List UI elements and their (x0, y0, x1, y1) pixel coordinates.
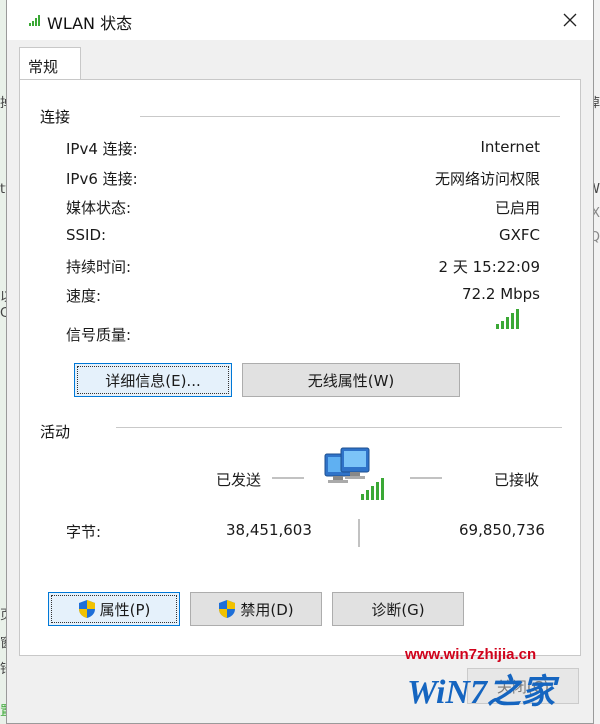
bytes-received-value: 69,850,736 (459, 521, 545, 539)
duration-label: 持续时间: (66, 258, 132, 276)
speed-label: 速度: (66, 287, 102, 305)
wlan-status-dialog: WLAN 状态 常规 连接 IPv4 连接: Internet IPv6 连接:… (6, 0, 594, 724)
ipv6-label: IPv6 连接: (66, 170, 138, 188)
properties-button[interactable]: 属性(P) (48, 592, 180, 626)
received-line (410, 477, 442, 479)
network-computers-icon (324, 447, 384, 500)
title-bar[interactable]: WLAN 状态 (7, 0, 593, 40)
ipv4-label: IPv4 连接: (66, 140, 138, 158)
ssid-value: GXFC (498, 226, 540, 244)
connection-heading: 连接 (40, 108, 71, 126)
bytes-sent-value: 38,451,603 (226, 521, 312, 539)
speed-value: 72.2 Mbps (462, 285, 540, 303)
tab-general[interactable]: 常规 (19, 47, 81, 80)
sent-label: 已发送 (216, 471, 262, 489)
signal-quality-label: 信号质量: (66, 326, 132, 344)
duration-value: 2 天 15:22:09 (438, 258, 540, 276)
close-window-button[interactable] (547, 0, 593, 40)
ipv6-value: 无网络访问权限 (434, 170, 540, 188)
properties-label: 属性(P) (99, 600, 151, 619)
signal-strength-icon (496, 309, 519, 329)
disable-label: 禁用(D) (240, 600, 294, 619)
wifi-signal-icon (29, 15, 40, 26)
media-state-label: 媒体状态: (66, 199, 132, 217)
ipv4-value: Internet (480, 138, 540, 156)
divider (116, 427, 562, 428)
general-panel: 连接 IPv4 连接: Internet IPv6 连接: 无网络访问权限 媒体… (19, 79, 581, 656)
watermark-url: www.win7zhijia.cn (405, 646, 537, 663)
wireless-properties-label: 无线属性(W) (307, 371, 395, 390)
diagnose-button[interactable]: 诊断(G) (332, 592, 464, 626)
shield-icon (219, 600, 236, 618)
bytes-divider (358, 519, 360, 547)
details-button[interactable]: 详细信息(E)... (74, 363, 232, 397)
media-state-value: 已启用 (494, 199, 540, 217)
activity-heading: 活动 (40, 423, 71, 441)
diagnose-label: 诊断(G) (371, 600, 425, 619)
received-label: 已接收 (494, 471, 540, 489)
details-button-label: 详细信息(E)... (105, 371, 201, 390)
shield-icon (78, 600, 95, 618)
window-title: WLAN 状态 (47, 14, 133, 33)
disable-button[interactable]: 禁用(D) (190, 592, 322, 626)
close-icon (563, 13, 577, 27)
wireless-properties-button[interactable]: 无线属性(W) (242, 363, 460, 397)
ssid-label: SSID: (66, 226, 107, 244)
sent-line (272, 477, 304, 479)
divider (140, 116, 560, 117)
bytes-label: 字节: (66, 523, 102, 541)
watermark-logo: WiN7之家 (407, 674, 555, 711)
